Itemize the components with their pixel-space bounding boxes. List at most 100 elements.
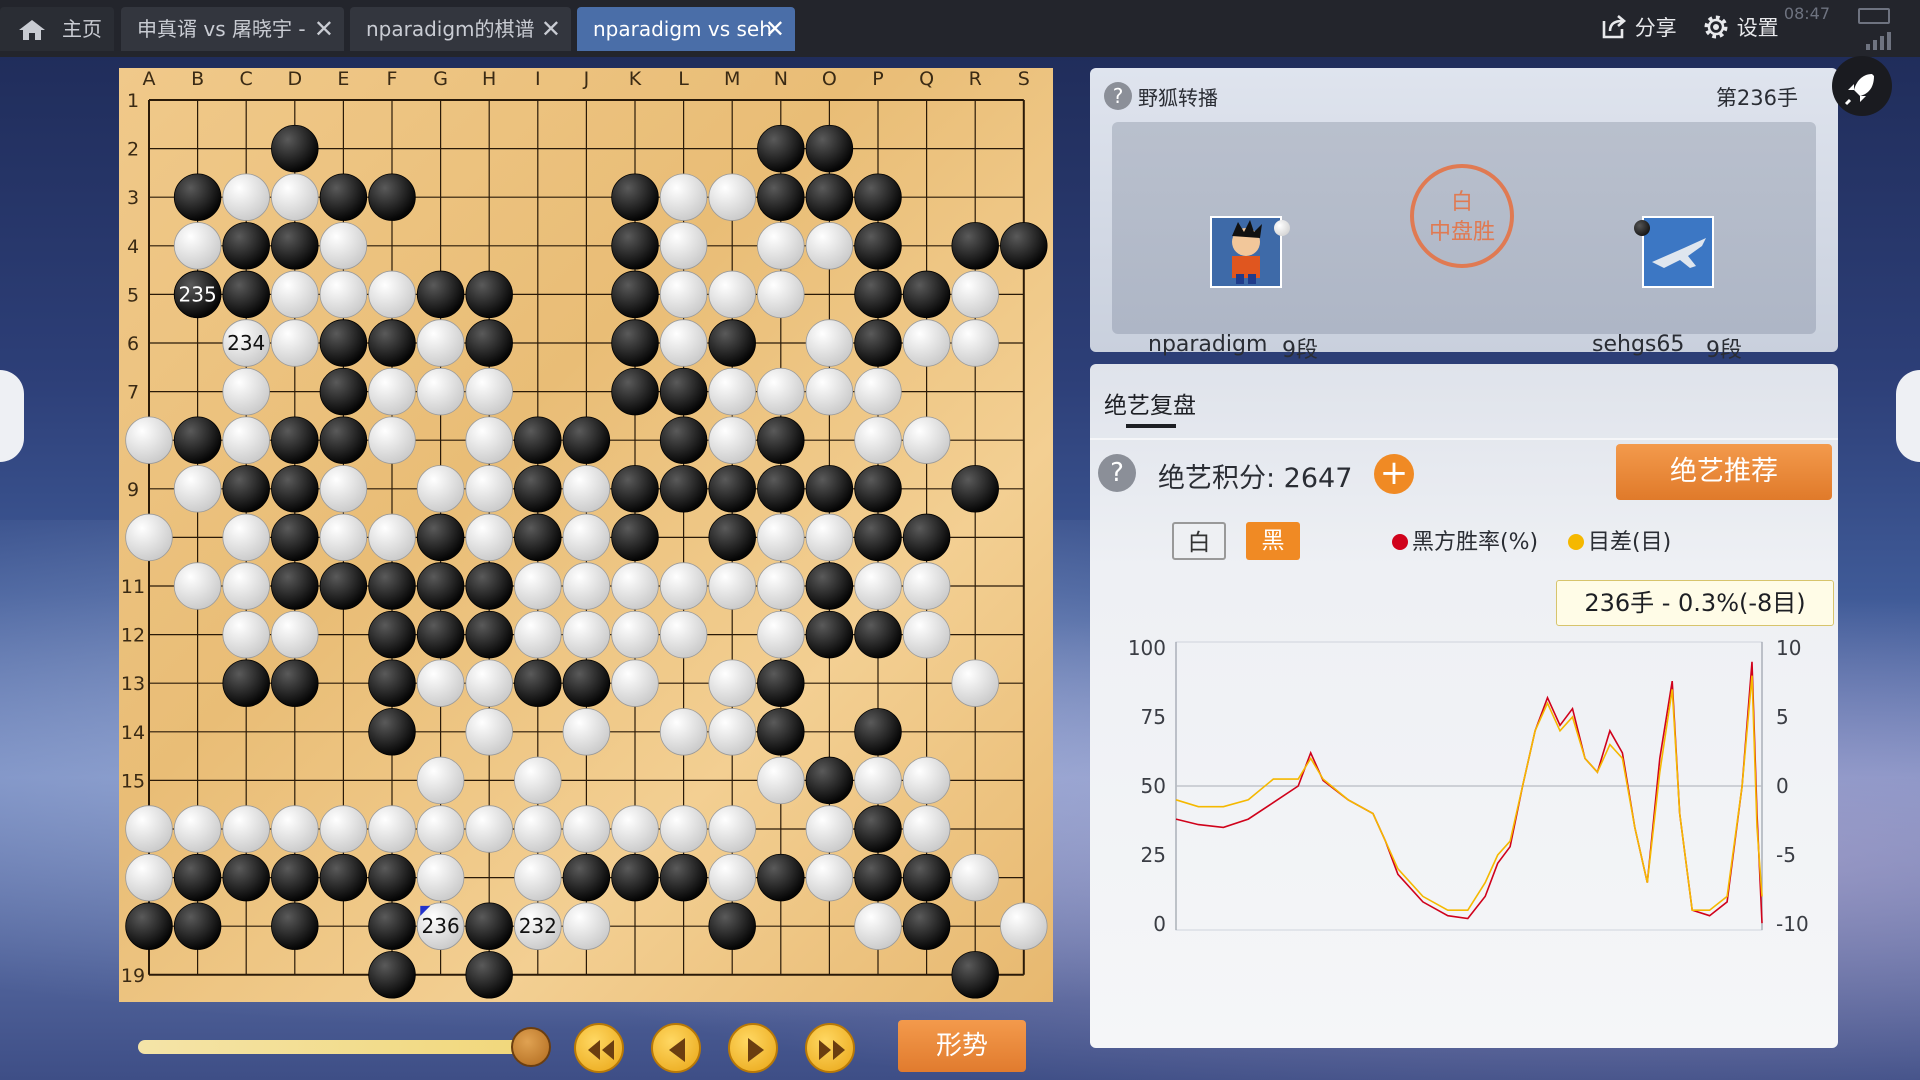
divider [1090, 438, 1838, 440]
fast-forward-button[interactable] [805, 1023, 855, 1073]
black-stone [416, 513, 465, 562]
share-icon [1602, 15, 1627, 39]
black-stone [173, 902, 222, 950]
right-drawer-handle[interactable] [1896, 370, 1920, 462]
position-analysis-button[interactable]: 形势 [898, 1020, 1026, 1072]
white-stone [416, 659, 465, 707]
black-stone [368, 659, 416, 707]
row-label: 13 [121, 673, 145, 695]
black-stone [368, 853, 416, 902]
close-icon[interactable]: ✕ [541, 7, 561, 51]
black-stone [368, 562, 416, 610]
white-stone [125, 513, 173, 562]
black-stone [854, 173, 902, 221]
black-stone [659, 367, 708, 416]
white-stone [514, 756, 562, 805]
white-stone [708, 173, 756, 221]
white-stone [465, 367, 513, 416]
white-player-avatar[interactable] [1210, 216, 1282, 288]
tab-game-2[interactable]: nparadigm的棋谱 ✕ [350, 7, 571, 51]
black-stone [173, 173, 222, 221]
black-stone [271, 416, 319, 464]
game-result-seal: 白 中盘胜 [1410, 164, 1514, 268]
black-stone [757, 173, 805, 221]
white-stone [416, 319, 465, 367]
row-label: 3 [127, 187, 139, 209]
tab-ai-review[interactable]: 绝艺复盘 [1104, 386, 1196, 420]
help-icon[interactable]: ? [1098, 454, 1136, 492]
black-stone [757, 416, 805, 464]
white-stone [416, 805, 465, 853]
next-move-button[interactable] [728, 1023, 778, 1073]
white-stone [757, 562, 805, 610]
black-stone [319, 367, 368, 416]
slider-handle[interactable] [511, 1027, 551, 1067]
black-stone [951, 222, 999, 270]
white-stone [757, 367, 805, 416]
white-stone [222, 367, 270, 416]
white-stone [951, 319, 999, 367]
black-stone [465, 270, 513, 319]
black-stone [368, 610, 416, 659]
black-player-avatar[interactable] [1642, 216, 1714, 288]
tab-game-3[interactable]: nparadigm vs seh ✕ [577, 7, 795, 51]
previous-move-button[interactable] [651, 1023, 701, 1073]
white-stone [222, 173, 270, 221]
white-stone [222, 805, 270, 853]
white-perspective-button[interactable]: 白 [1172, 522, 1226, 560]
share-button[interactable]: 分享 [1600, 10, 1677, 46]
fast-backward-button[interactable] [574, 1023, 624, 1073]
white-stone [659, 270, 708, 319]
white-stone [659, 173, 708, 221]
black-stone [805, 465, 854, 513]
row-label: 12 [121, 625, 145, 647]
black-perspective-button[interactable]: 黑 [1246, 522, 1300, 560]
board-grid[interactable]: A B C D E F G H I J K L M N O P Q R S123456791112131415192… [119, 68, 1053, 1002]
settings-button[interactable]: 设置 [1702, 10, 1779, 46]
help-icon[interactable]: ? [1104, 82, 1132, 110]
white-stone [659, 708, 708, 756]
column-label: L [678, 68, 689, 90]
white-stone [757, 513, 805, 562]
black-stone [562, 659, 611, 707]
row-label: 7 [127, 382, 139, 404]
ai-recommend-button[interactable]: 绝艺推荐 [1616, 444, 1832, 500]
left-drawer-handle[interactable] [0, 370, 24, 462]
white-stone [222, 513, 270, 562]
move-number-label: 232 [519, 914, 557, 938]
rocket-button[interactable] [1832, 56, 1892, 116]
black-stone [611, 173, 659, 221]
y-left-tick: 25 [1141, 843, 1166, 867]
tab-game-1[interactable]: 申真谞 vs 屠晓宇 - ✕ [121, 7, 344, 51]
signal-icon [1866, 32, 1891, 50]
go-board[interactable]: A B C D E F G H I J K L M N O P Q R S 1 2 3 4 5 6 7 9 11 12 13 14 15 19 2… [119, 68, 1053, 1002]
white-stone [222, 562, 270, 610]
add-score-button[interactable]: + [1374, 454, 1414, 494]
white-stone [416, 756, 465, 805]
white-stone [708, 367, 756, 416]
column-label: Q [919, 68, 934, 90]
black-stone [465, 562, 513, 610]
white-stone [611, 562, 659, 610]
close-icon[interactable]: ✕ [765, 7, 785, 51]
move-progress-slider[interactable] [138, 1040, 533, 1054]
black-stone [271, 853, 319, 902]
black-stone [271, 659, 319, 707]
close-icon[interactable]: ✕ [314, 7, 334, 51]
tab-home[interactable]: 主页 [0, 7, 114, 51]
white-stone [902, 319, 951, 367]
white-stone [951, 853, 999, 902]
black-player-rank: 9段 [1706, 338, 1742, 363]
black-stone [708, 902, 756, 950]
black-stone [514, 465, 562, 513]
white-stone [173, 222, 222, 270]
ai-review-panel: 绝艺复盘 ? 绝艺积分: 2647 + 绝艺推荐 白 黑 黑方胜率(%) 目差(… [1090, 364, 1838, 1048]
white-stone [465, 465, 513, 513]
column-label: K [629, 68, 642, 90]
white-stone [611, 659, 659, 707]
winrate-chart[interactable]: 10075502501050-5-10 [1090, 624, 1838, 1044]
black-stone [368, 708, 416, 756]
black-stone [757, 465, 805, 513]
white-stone [173, 562, 222, 610]
white-stone [659, 610, 708, 659]
